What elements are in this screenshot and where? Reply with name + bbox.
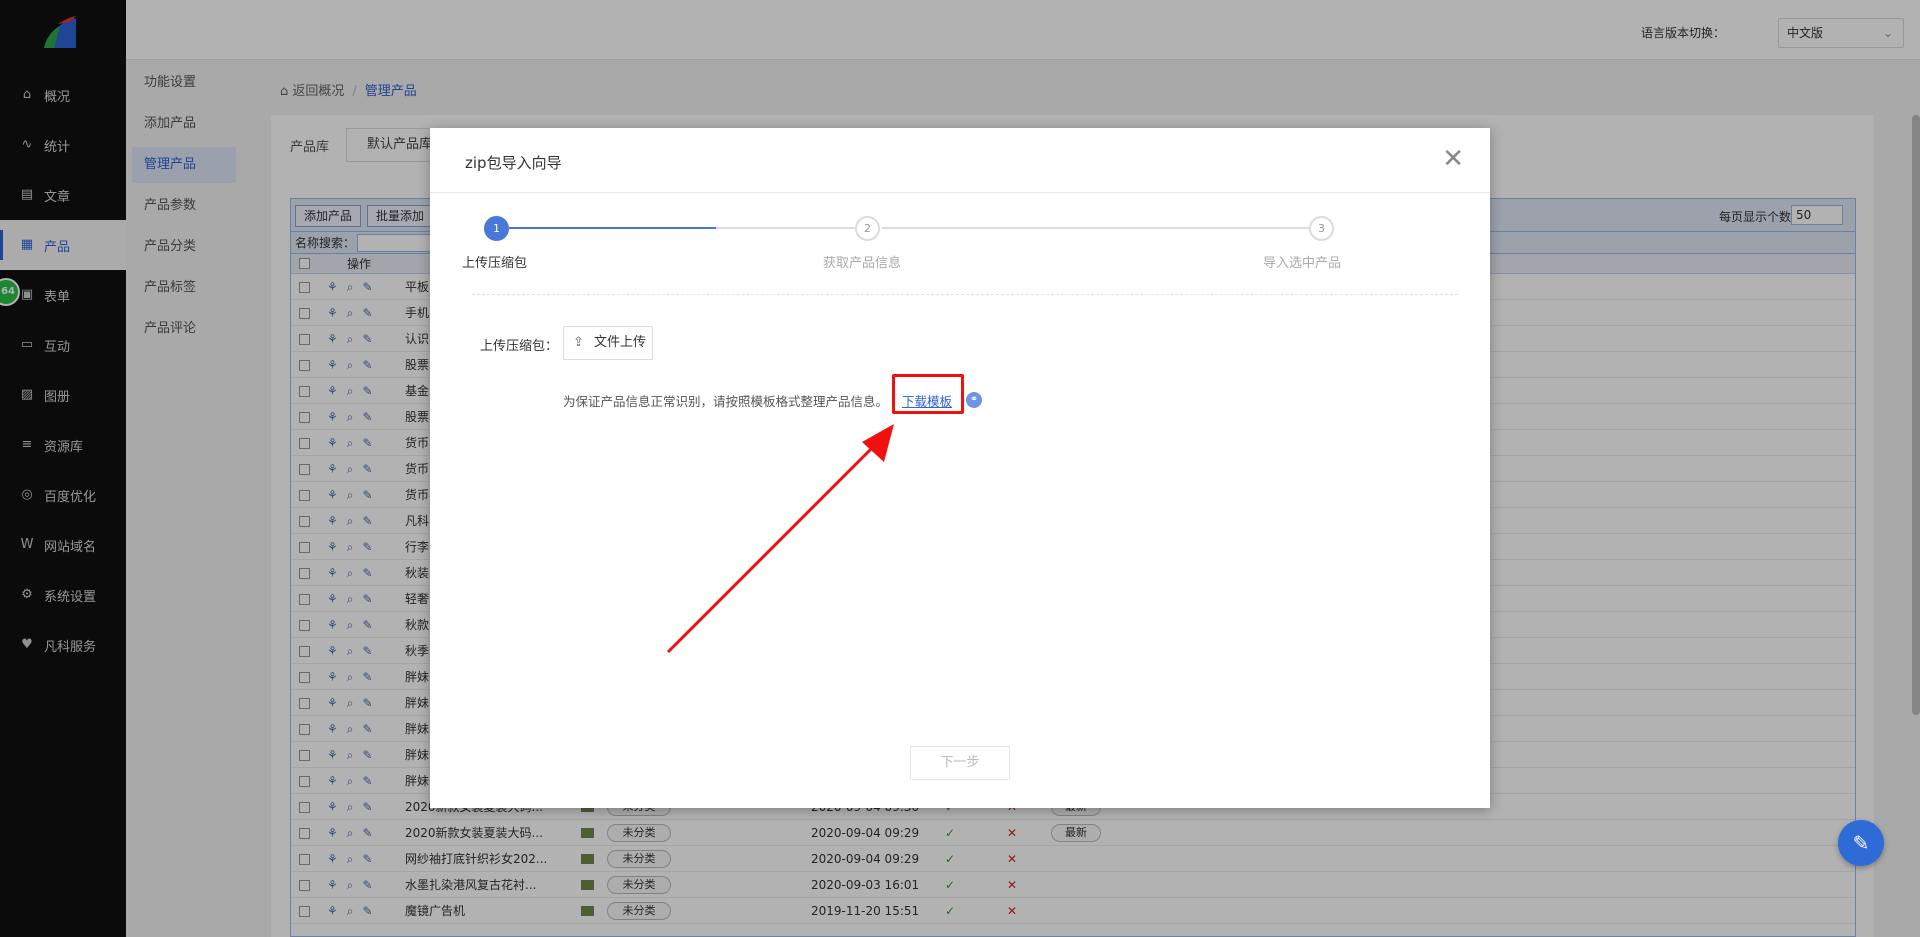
step-1-circle: 1 bbox=[484, 216, 509, 241]
file-upload-button[interactable]: ⇪ 文件上传 bbox=[563, 326, 653, 360]
download-template-link[interactable]: 下载模板 bbox=[902, 391, 952, 410]
upload-label: 上传压缩包： bbox=[480, 339, 559, 354]
step-3-circle: 3 bbox=[1309, 216, 1334, 241]
close-icon[interactable]: ✕ bbox=[1442, 146, 1464, 172]
step-3-label: 导入选中产品 bbox=[1263, 256, 1342, 271]
next-step-button[interactable]: 下一步 bbox=[910, 746, 1010, 780]
upload-button-label: 文件上传 bbox=[594, 335, 647, 350]
upload-icon: ⇪ bbox=[573, 335, 584, 350]
step-progress-line bbox=[509, 227, 716, 229]
edit-icon: ✎ bbox=[1852, 831, 1870, 855]
step-line bbox=[716, 227, 855, 229]
step-1-label: 上传压缩包 bbox=[462, 256, 528, 271]
dialog-title: zip包导入向导 bbox=[465, 154, 562, 172]
step-2-circle: 2 bbox=[855, 216, 880, 241]
link-icon[interactable]: ⚭ bbox=[966, 392, 982, 408]
zip-import-dialog: zip包导入向导 ✕ 1 2 3 上传压缩包 获取产品信息 导入选中产品 上传压… bbox=[430, 128, 1490, 808]
template-hint: 为保证产品信息正常识别，请按照模板格式整理产品信息。 bbox=[563, 394, 889, 409]
feedback-button[interactable]: ✎ bbox=[1838, 820, 1884, 866]
step-2-label: 获取产品信息 bbox=[823, 256, 902, 271]
wizard-steps: 1 2 3 上传压缩包 获取产品信息 导入选中产品 bbox=[462, 210, 1460, 310]
dialog-header: zip包导入向导 ✕ bbox=[430, 128, 1490, 193]
divider bbox=[472, 294, 1458, 295]
step-line bbox=[882, 227, 1309, 229]
